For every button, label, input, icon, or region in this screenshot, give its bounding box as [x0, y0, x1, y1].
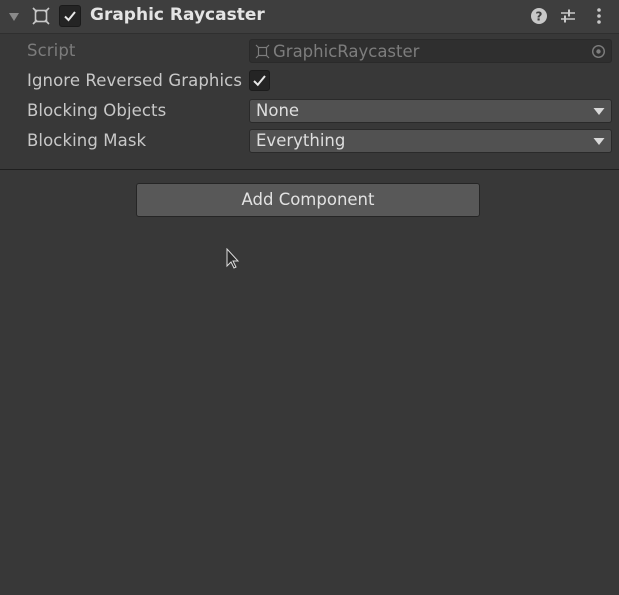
component-enabled-checkbox[interactable] — [59, 5, 81, 27]
kebab-menu-icon[interactable] — [590, 7, 608, 25]
component-title: Graphic Raycaster — [90, 5, 265, 25]
sliders-icon[interactable] — [559, 7, 577, 25]
triangle-down-icon[interactable] — [7, 10, 21, 24]
chevron-down-icon — [593, 108, 605, 115]
script-value: GraphicRaycaster — [273, 42, 420, 61]
svg-text:?: ? — [536, 10, 543, 24]
mouse-cursor-icon — [226, 248, 240, 269]
blocking-objects-label: Blocking Objects — [27, 101, 167, 120]
script-label: Script — [27, 41, 76, 60]
ignore-reversed-label-clip: Ignore Reversed Graphics — [27, 69, 247, 93]
inspector-panel: Graphic Raycaster ? Script GraphicRaycas… — [0, 0, 619, 595]
blocking-objects-dropdown[interactable]: None — [249, 99, 612, 123]
ignore-reversed-checkbox[interactable] — [249, 70, 270, 91]
component-header[interactable]: Graphic Raycaster ? — [0, 0, 619, 34]
component-separator — [0, 169, 619, 170]
checkmark-icon — [253, 75, 266, 87]
blocking-mask-dropdown[interactable]: Everything — [249, 129, 612, 153]
help-icon[interactable]: ? — [530, 7, 548, 25]
script-object-field[interactable]: GraphicRaycaster — [249, 39, 612, 63]
object-picker-icon[interactable] — [591, 44, 606, 59]
script-icon — [255, 44, 270, 59]
chevron-down-icon — [593, 138, 605, 145]
blocking-mask-value: Everything — [256, 131, 346, 150]
ignore-reversed-label: Ignore Reversed Graphics — [27, 71, 243, 90]
rect-transform-icon — [32, 7, 50, 25]
blocking-objects-value: None — [256, 101, 300, 120]
add-component-button[interactable]: Add Component — [136, 183, 480, 217]
blocking-mask-label: Blocking Mask — [27, 131, 147, 150]
checkmark-icon — [64, 11, 76, 22]
